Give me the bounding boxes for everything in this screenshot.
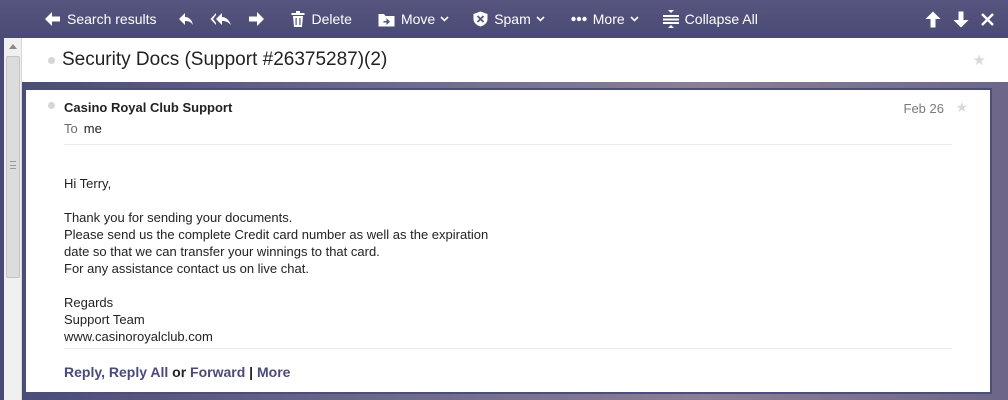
comma-separator: ,	[101, 364, 105, 380]
spam-label: Spam	[494, 11, 531, 27]
sender-name[interactable]: Casino Royal Club Support	[64, 100, 232, 115]
next-message-button[interactable]	[947, 0, 975, 38]
previous-message-button[interactable]	[919, 0, 947, 38]
reply-all-button[interactable]	[202, 0, 240, 38]
signature-line: Regards	[64, 295, 114, 310]
email-message-card: Casino Royal Club Support Feb 26 ★ To me …	[24, 88, 992, 394]
arrow-up-icon	[925, 11, 941, 28]
close-icon	[981, 12, 994, 26]
toolbar-right	[919, 0, 1000, 38]
message-body: Hi Terry, Thank you for sending your doc…	[64, 175, 924, 345]
back-button-label: Search results	[67, 11, 157, 27]
forward-link[interactable]: Forward	[190, 364, 245, 380]
arrow-down-icon	[953, 11, 969, 28]
folder-move-icon	[378, 12, 395, 27]
reply-link[interactable]: Reply	[64, 364, 101, 380]
trash-icon	[291, 11, 305, 27]
header-divider	[64, 144, 952, 145]
pipe-separator: |	[249, 364, 254, 380]
signature-line: Support Team	[64, 312, 145, 327]
message-date: Feb 26	[903, 101, 944, 116]
toolbar: Search results Delete Move Spam More Col…	[0, 0, 1008, 38]
to-label: To	[64, 121, 78, 136]
reply-all-link[interactable]: Reply All	[109, 364, 168, 380]
signature-website: www.casinoroyalclub.com	[64, 329, 213, 344]
more-label: More	[592, 11, 625, 27]
footer-divider	[64, 348, 952, 349]
recipient-line: To me	[64, 121, 102, 136]
reply-button[interactable]	[170, 0, 202, 38]
reply-icon	[178, 12, 194, 27]
body-line: For any assistance contact us on live ch…	[64, 261, 309, 276]
shield-spam-icon	[473, 11, 488, 27]
subject-title: Security Docs (Support #26375287)(2)	[62, 49, 388, 70]
subject-header: Security Docs (Support #26375287)(2) ★	[22, 38, 1008, 82]
body-line: Thank you for sending your documents.	[64, 210, 293, 225]
more-menu-button[interactable]: More	[563, 0, 647, 38]
collapse-icon	[662, 10, 679, 28]
collapse-all-label: Collapse All	[684, 11, 758, 27]
greeting: Hi Terry,	[64, 176, 112, 191]
vertical-scrollbar[interactable]	[4, 38, 22, 400]
close-button[interactable]	[975, 0, 1000, 38]
recipient-name[interactable]: me	[84, 121, 102, 136]
scrollbar-grip-icon	[10, 161, 16, 169]
message-dot-icon	[46, 100, 57, 111]
reply-all-icon	[210, 12, 232, 27]
move-label: Move	[400, 11, 436, 27]
or-text: or	[172, 364, 187, 380]
body-line: Please send us the complete Credit card …	[64, 227, 489, 242]
thread-dot-icon	[48, 57, 55, 64]
chevron-down-icon	[536, 16, 545, 22]
arrow-right-icon	[248, 11, 265, 27]
scroll-up-arrow-icon[interactable]	[4, 38, 22, 54]
reply-actions: Reply, Reply All or Forward | More	[64, 364, 290, 380]
scrollbar-thumb[interactable]	[6, 56, 20, 278]
star-icon[interactable]: ★	[955, 99, 968, 116]
arrow-left-icon	[44, 11, 61, 27]
delete-label: Delete	[311, 11, 352, 27]
spam-menu-button[interactable]: Spam	[465, 0, 553, 38]
star-icon[interactable]: ★	[973, 51, 986, 69]
body-line: date so that we can transfer your winnin…	[64, 244, 380, 259]
forward-button[interactable]	[240, 0, 273, 38]
more-link[interactable]: More	[257, 364, 290, 380]
chevron-down-icon	[630, 16, 639, 22]
move-menu-button[interactable]: Move	[370, 0, 457, 38]
collapse-all-button[interactable]: Collapse All	[655, 0, 766, 38]
more-dots-icon	[571, 16, 587, 22]
back-to-search-results-button[interactable]: Search results	[36, 0, 164, 38]
delete-button[interactable]: Delete	[283, 0, 359, 38]
chevron-down-icon	[440, 16, 449, 22]
